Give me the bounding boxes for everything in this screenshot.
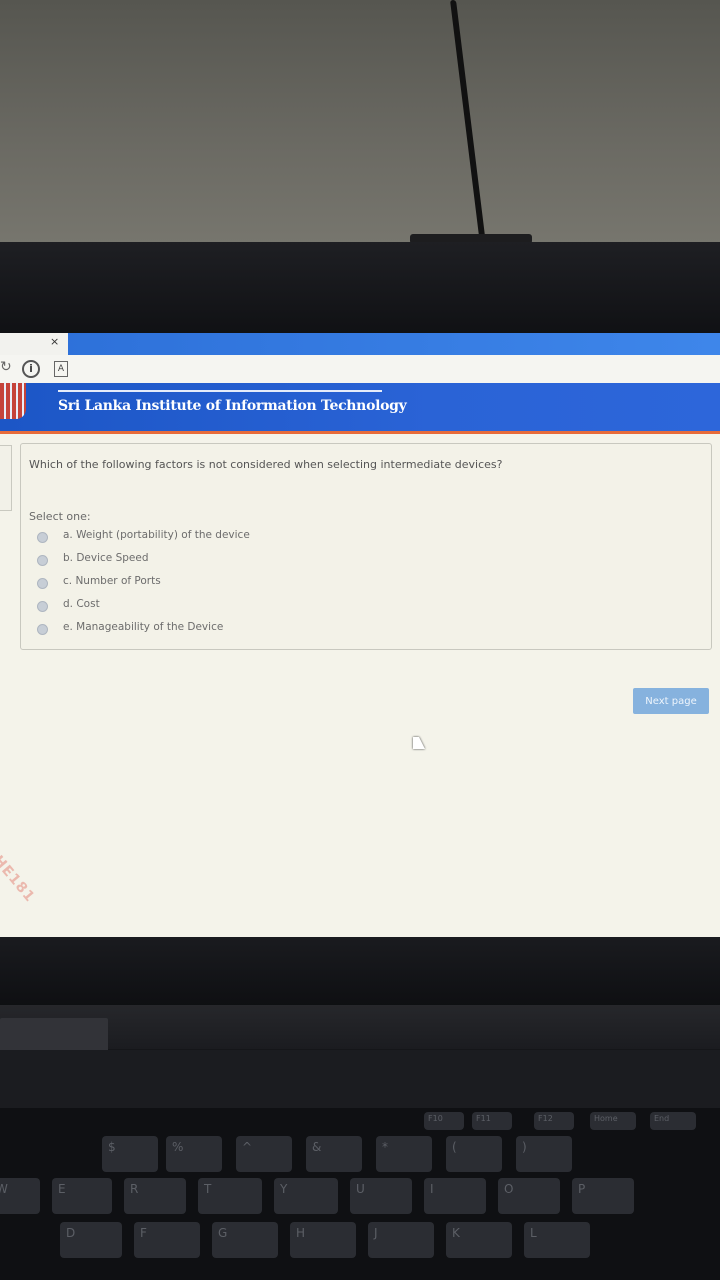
key-f11[interactable]: F11 bbox=[472, 1112, 512, 1130]
radio-button[interactable] bbox=[37, 532, 48, 543]
tab-strip: × bbox=[0, 333, 720, 355]
key-end[interactable]: End bbox=[650, 1112, 696, 1130]
key-home[interactable]: Home bbox=[590, 1112, 636, 1130]
option-label[interactable]: d. Cost bbox=[63, 598, 100, 610]
radio-button[interactable] bbox=[37, 555, 48, 566]
radio-button[interactable] bbox=[37, 624, 48, 635]
laptop-bezel-bottom bbox=[0, 937, 720, 1007]
key-f12[interactable]: F12 bbox=[534, 1112, 574, 1130]
option-label[interactable]: a. Weight (portability) of the device bbox=[63, 529, 250, 541]
key-r[interactable]: R bbox=[124, 1178, 186, 1214]
quiz-navigation-panel[interactable] bbox=[0, 445, 12, 511]
key-h[interactable]: H bbox=[290, 1222, 356, 1258]
next-page-button[interactable]: Next page bbox=[633, 688, 709, 714]
key-u[interactable]: U bbox=[350, 1178, 412, 1214]
close-icon[interactable]: × bbox=[50, 335, 59, 348]
key-d[interactable]: D bbox=[60, 1222, 122, 1258]
browser-tab[interactable]: × bbox=[0, 333, 68, 355]
laptop-bezel-top bbox=[0, 242, 720, 334]
site-header: Sri Lanka Institute of Information Techn… bbox=[0, 383, 720, 434]
keyboard: F10 F11 F12 Home End $ % ^ & * ( ) W E R… bbox=[0, 1108, 720, 1280]
radio-button[interactable] bbox=[37, 578, 48, 589]
mouse-cursor-icon bbox=[413, 737, 425, 749]
question-card: Which of the following factors is not co… bbox=[20, 443, 712, 650]
watermark-stamp: HHE181 bbox=[0, 843, 38, 906]
key-6[interactable]: ^ bbox=[236, 1136, 292, 1172]
key-t[interactable]: T bbox=[198, 1178, 262, 1214]
select-prompt: Select one: bbox=[29, 510, 91, 523]
key-f[interactable]: F bbox=[134, 1222, 200, 1258]
key-w[interactable]: W bbox=[0, 1178, 40, 1214]
browser-screen: × ↻ i A Sri Lanka Institute of Informati… bbox=[0, 333, 720, 937]
sliit-logo bbox=[0, 383, 26, 419]
key-k[interactable]: K bbox=[446, 1222, 512, 1258]
key-8[interactable]: * bbox=[376, 1136, 432, 1172]
key-o[interactable]: O bbox=[498, 1178, 560, 1214]
site-title: Sri Lanka Institute of Information Techn… bbox=[58, 398, 407, 414]
key-7[interactable]: & bbox=[306, 1136, 362, 1172]
key-i[interactable]: I bbox=[424, 1178, 486, 1214]
option-label[interactable]: b. Device Speed bbox=[63, 552, 149, 564]
key-0[interactable]: ) bbox=[516, 1136, 572, 1172]
radio-button[interactable] bbox=[37, 601, 48, 612]
reload-icon[interactable]: ↻ bbox=[0, 359, 12, 377]
info-icon[interactable]: i bbox=[22, 360, 40, 378]
option-label[interactable]: e. Manageability of the Device bbox=[63, 621, 223, 633]
hinge-cover bbox=[0, 1018, 108, 1052]
header-divider bbox=[58, 390, 382, 392]
key-y[interactable]: Y bbox=[274, 1178, 338, 1214]
key-4[interactable]: $ bbox=[102, 1136, 158, 1172]
key-e[interactable]: E bbox=[52, 1178, 112, 1214]
key-l[interactable]: L bbox=[524, 1222, 590, 1258]
key-g[interactable]: G bbox=[212, 1222, 278, 1258]
key-9[interactable]: ( bbox=[446, 1136, 502, 1172]
laptop-hinge bbox=[0, 1005, 720, 1049]
key-f10[interactable]: F10 bbox=[424, 1112, 464, 1130]
option-label[interactable]: c. Number of Ports bbox=[63, 575, 161, 587]
question-text: Which of the following factors is not co… bbox=[29, 458, 503, 471]
key-5[interactable]: % bbox=[166, 1136, 222, 1172]
wall-background bbox=[0, 0, 720, 245]
browser-toolbar: ↻ i A bbox=[0, 355, 720, 384]
key-p[interactable]: P bbox=[572, 1178, 634, 1214]
laptop-deck bbox=[0, 1050, 720, 1110]
key-j[interactable]: J bbox=[368, 1222, 434, 1258]
reader-icon[interactable]: A bbox=[54, 361, 68, 377]
